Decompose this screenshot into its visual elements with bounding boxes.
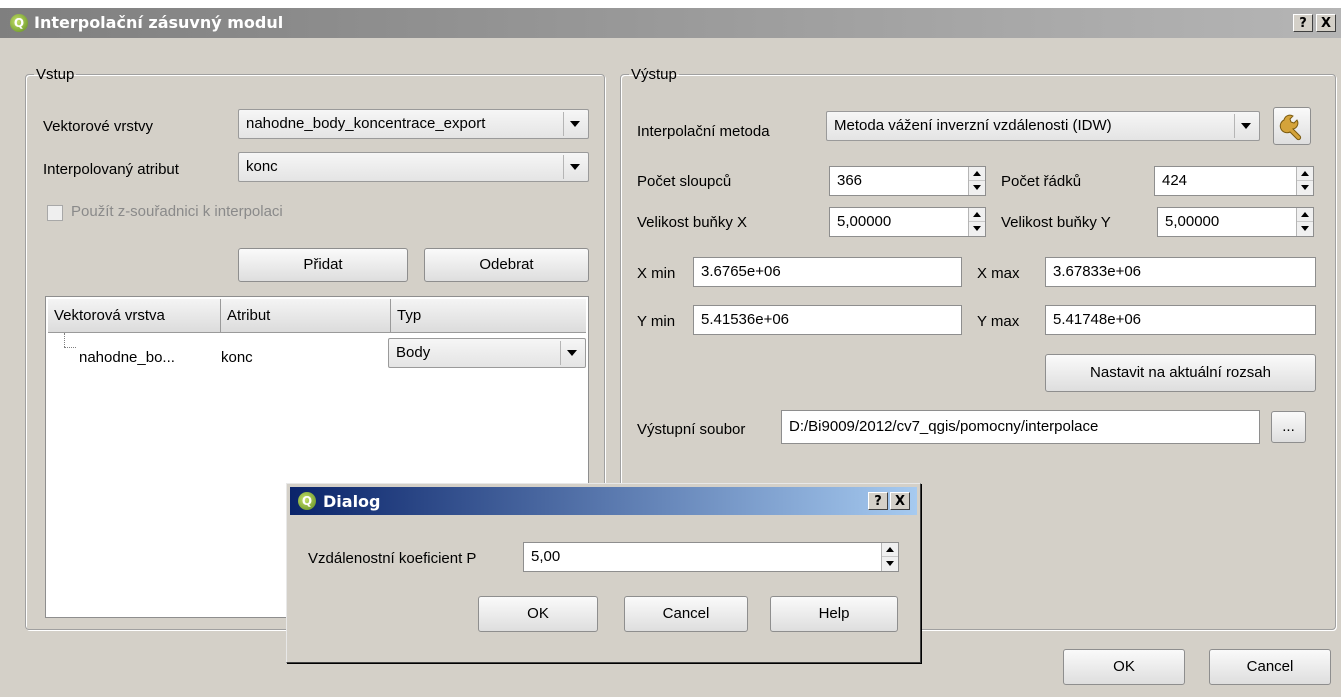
- cellx-spinbox[interactable]: 5,00000: [829, 207, 986, 237]
- cancel-button[interactable]: Cancel: [1209, 649, 1331, 685]
- table-header-attribute[interactable]: Atribut: [221, 299, 391, 333]
- chevron-down-icon: [563, 155, 586, 179]
- cols-value: 366: [837, 172, 863, 189]
- use-z-checkbox[interactable]: [47, 205, 63, 221]
- vector-layers-value: nahodne_body_koncentrace_export: [246, 115, 486, 132]
- table-header-type[interactable]: Typ: [391, 299, 586, 333]
- wrench-icon: [1279, 114, 1302, 141]
- interp-attr-label: Interpolovaný atribut: [43, 161, 179, 178]
- spin-down-icon[interactable]: [969, 222, 985, 236]
- celly-spinbox[interactable]: 5,00000: [1157, 207, 1314, 237]
- browse-button[interactable]: ...: [1271, 411, 1306, 443]
- spin-down-icon[interactable]: [969, 181, 985, 195]
- dialog-ok-button[interactable]: OK: [478, 596, 598, 632]
- cols-spinbox[interactable]: 366: [829, 166, 986, 196]
- xmax-label: X max: [977, 265, 1020, 282]
- spin-down-icon[interactable]: [882, 557, 898, 571]
- spin-down-icon[interactable]: [1297, 222, 1313, 236]
- spin-up-icon[interactable]: [1297, 208, 1313, 222]
- ymin-field[interactable]: 5.41536e+06: [693, 305, 962, 335]
- qgis-icon: Q: [10, 14, 28, 32]
- rows-value: 424: [1162, 172, 1188, 189]
- cellx-value: 5,00000: [837, 213, 892, 230]
- ymax-field[interactable]: 5.41748e+06: [1045, 305, 1316, 335]
- chevron-down-icon: [560, 341, 583, 365]
- output-group-legend: Výstup: [631, 66, 677, 83]
- table-row-layer[interactable]: nahodne_bo...: [79, 349, 175, 366]
- coef-label: Vzdálenostní koeficient P: [308, 550, 477, 567]
- vector-layers-combo[interactable]: nahodne_body_koncentrace_export: [238, 109, 589, 139]
- spin-arrows[interactable]: [968, 208, 985, 236]
- dialog-help-button[interactable]: ?: [868, 492, 888, 510]
- celly-value: 5,00000: [1165, 213, 1220, 230]
- interp-attr-combo[interactable]: konc: [238, 152, 589, 182]
- window-titlebar[interactable]: Q Interpolační zásuvný modul ? X: [0, 8, 1341, 38]
- input-group-legend: Vstup: [36, 66, 75, 83]
- output-file-label: Výstupní soubor: [637, 421, 746, 438]
- spin-up-icon[interactable]: [969, 167, 985, 181]
- ymax-label: Y max: [977, 313, 1020, 330]
- interp-attr-value: konc: [246, 158, 278, 175]
- spin-arrows[interactable]: [1296, 208, 1313, 236]
- spin-arrows[interactable]: [968, 167, 985, 195]
- method-label: Interpolační metoda: [637, 123, 770, 140]
- chevron-down-icon: [563, 112, 586, 136]
- use-z-label: Použít z-souřadnici k interpolaci: [71, 203, 283, 220]
- dialog-cancel-button[interactable]: Cancel: [624, 596, 748, 632]
- ok-button[interactable]: OK: [1063, 649, 1185, 685]
- remove-button[interactable]: Odebrat: [424, 248, 589, 282]
- table-row-attribute[interactable]: konc: [221, 349, 253, 366]
- close-title-button[interactable]: X: [1316, 14, 1336, 32]
- dialog-help-action-button[interactable]: Help: [770, 596, 898, 632]
- tree-branch-line: [64, 347, 76, 349]
- dialog-titlebar[interactable]: Q Dialog ? X: [290, 487, 917, 515]
- spin-arrows[interactable]: [1296, 167, 1313, 195]
- qgis-icon: Q: [298, 492, 316, 510]
- spin-up-icon[interactable]: [969, 208, 985, 222]
- spin-arrows[interactable]: [881, 543, 898, 571]
- spin-up-icon[interactable]: [1297, 167, 1313, 181]
- idw-dialog: Q Dialog ? X Vzdálenostní koeficient P 5…: [286, 483, 921, 663]
- output-file-field[interactable]: D:/Bi9009/2012/cv7_qgis/pomocny/interpol…: [781, 410, 1260, 444]
- method-value: Metoda vážení inverzní vzdálenosti (IDW): [834, 117, 1112, 134]
- spin-up-icon[interactable]: [882, 543, 898, 557]
- dialog-title: Dialog: [323, 492, 381, 511]
- celly-label: Velikost buňky Y: [1001, 214, 1111, 231]
- ymin-label: Y min: [637, 313, 676, 330]
- window-title: Interpolační zásuvný modul: [34, 13, 284, 32]
- coef-spinbox[interactable]: 5,00: [523, 542, 899, 572]
- table-row-type-value: Body: [396, 344, 431, 361]
- cellx-label: Velikost buňky X: [637, 214, 748, 231]
- table-row-type-combo[interactable]: Body: [388, 338, 586, 368]
- coef-value: 5,00: [531, 548, 561, 565]
- table-header-layer[interactable]: Vektorová vrstva: [48, 299, 221, 333]
- help-title-button[interactable]: ?: [1293, 14, 1313, 32]
- rows-spinbox[interactable]: 424: [1154, 166, 1314, 196]
- method-combo[interactable]: Metoda vážení inverzní vzdálenosti (IDW): [826, 111, 1260, 141]
- xmax-field[interactable]: 3.67833e+06: [1045, 257, 1316, 287]
- tree-branch-line: [64, 333, 66, 347]
- vector-layers-label: Vektorové vrstvy: [43, 118, 154, 135]
- xmin-field[interactable]: 3.6765e+06: [693, 257, 962, 287]
- chevron-down-icon: [1234, 114, 1257, 138]
- method-settings-button[interactable]: [1273, 107, 1311, 145]
- cols-label: Počet sloupců: [637, 173, 732, 190]
- add-button[interactable]: Přidat: [238, 248, 408, 282]
- set-extent-button[interactable]: Nastavit na aktuální rozsah: [1045, 354, 1316, 392]
- rows-label: Počet řádků: [1001, 173, 1082, 190]
- spin-down-icon[interactable]: [1297, 181, 1313, 195]
- xmin-label: X min: [637, 265, 676, 282]
- dialog-close-button[interactable]: X: [890, 492, 910, 510]
